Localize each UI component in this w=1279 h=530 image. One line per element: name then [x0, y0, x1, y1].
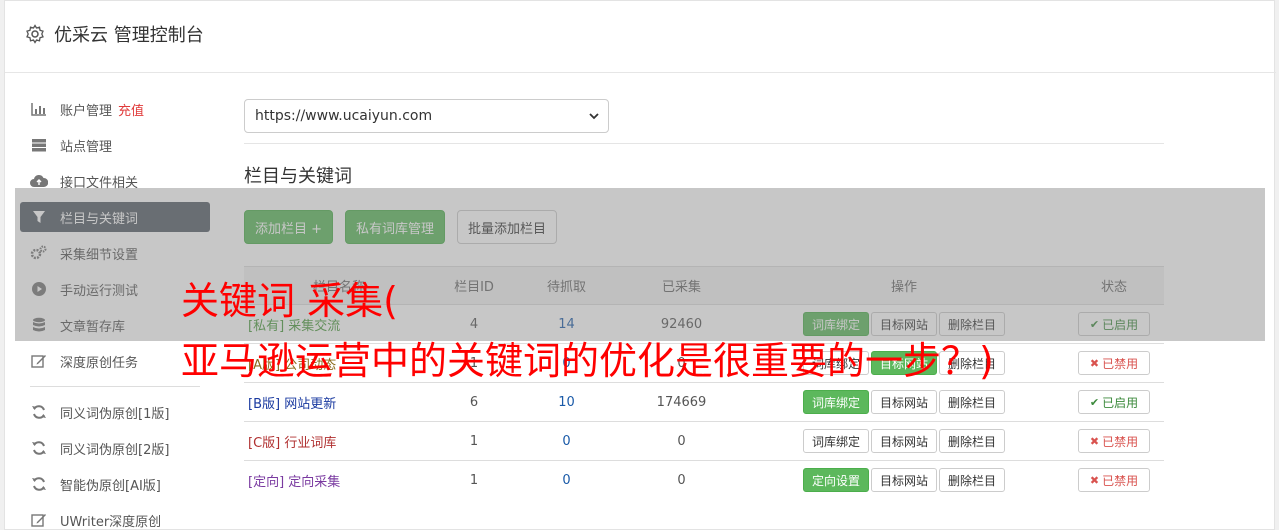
- directed-settings-button[interactable]: 定向设置: [802, 468, 869, 493]
- status-cell: ✖ 已禁用: [1064, 421, 1164, 461]
- sidebar-item-label: 深度原创任务: [60, 355, 139, 371]
- pending-count: 0: [514, 460, 619, 500]
- check-icon: ✔: [1089, 395, 1100, 409]
- category-id: 1: [434, 460, 514, 500]
- status-toggle[interactable]: ✖ 已禁用: [1078, 429, 1150, 453]
- edit-icon: [30, 352, 48, 370]
- chevron-down-icon: [589, 113, 599, 120]
- category-label: 行业词库: [284, 435, 337, 451]
- refresh-icon: [30, 475, 48, 493]
- target-site-button[interactable]: 目标网站: [870, 468, 937, 493]
- status-toggle[interactable]: ✔ 已启用: [1078, 390, 1150, 414]
- edit-icon: [30, 511, 48, 529]
- category-name[interactable]: [定向] 定向采集: [244, 460, 434, 500]
- divider: [244, 143, 1164, 144]
- sidebar-item-label: 智能伪原创[AI版]: [60, 478, 161, 494]
- sidebar-item-account[interactable]: 账户管理 充值: [20, 94, 210, 124]
- sidebar-item-label: 站点管理: [60, 139, 113, 155]
- category-id: 1: [434, 421, 514, 461]
- pending-count: 10: [514, 382, 619, 422]
- site-select[interactable]: https://www.ucaiyun.com: [244, 99, 609, 133]
- recharge-link[interactable]: 充值: [118, 100, 144, 119]
- x-icon: ✖: [1089, 356, 1100, 370]
- status-label: 已启用: [1102, 395, 1139, 410]
- category-tag: [B版]: [248, 396, 281, 412]
- collected-count: 0: [619, 421, 744, 461]
- status-label: 已禁用: [1102, 434, 1139, 449]
- ops-cell: 词库绑定 目标网站 删除栏目: [744, 382, 1064, 422]
- collected-count: 174669: [619, 382, 744, 422]
- sidebar-item-label: UWriter深度原创: [60, 514, 162, 530]
- status-cell: ✔ 已启用: [1064, 382, 1164, 422]
- status-label: 已禁用: [1102, 473, 1139, 488]
- x-icon: ✖: [1089, 434, 1100, 448]
- status-cell: ✖ 已禁用: [1064, 460, 1164, 500]
- watermark-line-1: 关键词 采集(: [181, 279, 398, 323]
- category-label: 定向采集: [288, 474, 341, 490]
- sidebar-item-sites[interactable]: 站点管理: [20, 130, 210, 160]
- ops-cell: 词库绑定 目标网站 删除栏目: [744, 421, 1064, 461]
- delete-category-button[interactable]: 删除栏目: [939, 429, 1006, 453]
- refresh-icon: [30, 403, 48, 421]
- watermark-line-2: 亚马逊运营中的关键词的优化是很重要的一步？): [181, 339, 994, 383]
- pending-count: 0: [514, 421, 619, 461]
- table-row: [定向] 定向采集 1 0 0 定向设置 目标网站 删除栏目 ✖ 已禁用: [244, 460, 1164, 500]
- sidebar-divider: [30, 386, 200, 387]
- status-label: 已禁用: [1102, 356, 1139, 371]
- header: 优采云 管理控制台: [5, 1, 1276, 73]
- category-label: 网站更新: [284, 396, 337, 412]
- sidebar-item-ai-rewrite[interactable]: 智能伪原创[AI版]: [20, 469, 210, 499]
- sidebar-item-synonym-v2[interactable]: 同义词伪原创[2版]: [20, 433, 210, 463]
- category-tag: [定向]: [248, 474, 285, 490]
- sidebar-item-label: 同义词伪原创[2版]: [60, 442, 170, 458]
- category-tag: [C版]: [248, 435, 281, 451]
- ops-cell: 定向设置 目标网站 删除栏目: [744, 460, 1064, 500]
- bar-chart-icon: [30, 100, 48, 118]
- sidebar-item-label: 账户管理: [60, 103, 113, 119]
- server-icon: [30, 136, 48, 154]
- site-select-value: https://www.ucaiyun.com: [255, 108, 433, 124]
- refresh-icon: [30, 439, 48, 457]
- status-cell: ✖ 已禁用: [1064, 343, 1164, 383]
- status-toggle[interactable]: ✖ 已禁用: [1078, 351, 1150, 375]
- delete-category-button[interactable]: 删除栏目: [939, 390, 1006, 414]
- table-row: [B版] 网站更新 6 10 174669 词库绑定 目标网站 删除栏目 ✔ 已启用: [244, 382, 1164, 422]
- sidebar-item-uwriter[interactable]: UWriter深度原创: [20, 505, 210, 530]
- section-title: 栏目与关键词: [244, 166, 352, 187]
- sidebar-item-label: 同义词伪原创[1版]: [60, 406, 170, 422]
- page-title: 优采云 管理控制台: [54, 25, 204, 46]
- category-name[interactable]: [B版] 网站更新: [244, 382, 434, 422]
- table-row: [C版] 行业词库 1 0 0 词库绑定 目标网站 删除栏目 ✖ 已禁用: [244, 421, 1164, 461]
- sidebar-item-synonym-v1[interactable]: 同义词伪原创[1版]: [20, 397, 210, 427]
- target-site-button[interactable]: 目标网站: [870, 429, 937, 453]
- category-id: 6: [434, 382, 514, 422]
- category-name[interactable]: [C版] 行业词库: [244, 421, 434, 461]
- x-icon: ✖: [1089, 473, 1100, 487]
- gear-icon: [26, 24, 44, 44]
- bind-library-button[interactable]: 词库绑定: [802, 390, 869, 414]
- bind-library-button[interactable]: 词库绑定: [802, 429, 869, 453]
- target-site-button[interactable]: 目标网站: [870, 390, 937, 414]
- status-toggle[interactable]: ✖ 已禁用: [1078, 468, 1150, 493]
- collected-count: 0: [619, 460, 744, 500]
- delete-category-button[interactable]: 删除栏目: [939, 468, 1006, 493]
